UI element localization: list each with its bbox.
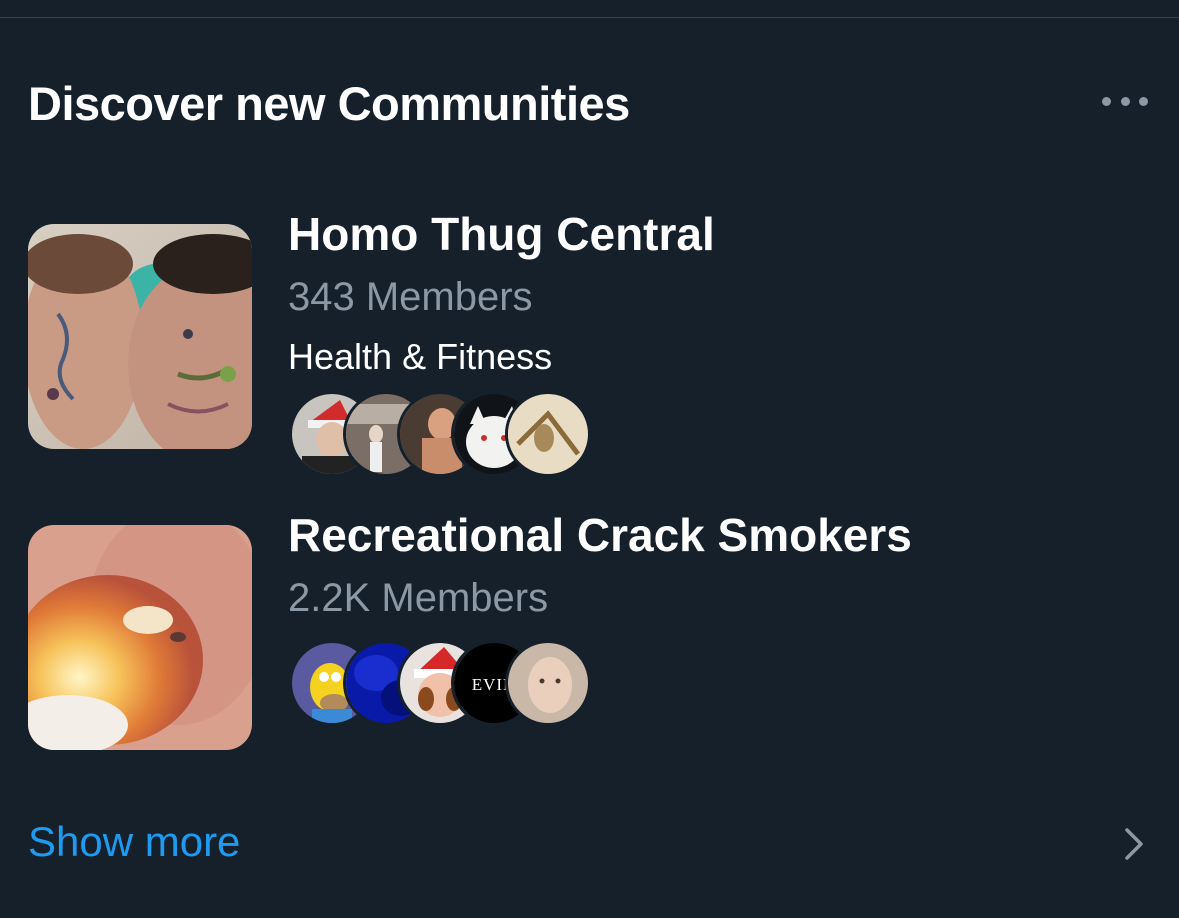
community-image	[28, 224, 252, 449]
ellipsis-icon	[1120, 96, 1130, 106]
ellipsis-icon	[1102, 96, 1111, 106]
show-more-label: Show more	[28, 818, 241, 865]
divider	[0, 17, 1179, 18]
community-topic: Health & Fitness	[288, 336, 553, 377]
more-options-button[interactable]	[1102, 90, 1148, 112]
community-name: Recreational Crack Smokers	[288, 509, 912, 561]
community-info: Homo Thug Central 343 Members Health & F…	[288, 208, 1128, 476]
member-avatar	[508, 394, 588, 474]
section-title: Discover new Communities	[28, 77, 630, 130]
section-header: Discover new Communities	[28, 72, 1148, 142]
communities-panel: Discover new Communities Homo Thug Centr…	[0, 0, 1179, 918]
community-info: Recreational Crack Smokers 2.2K Members	[288, 509, 1128, 725]
member-avatar	[508, 643, 588, 723]
member-avatars: EVIN	[288, 643, 1128, 725]
member-avatars	[288, 394, 1128, 476]
show-more-link[interactable]: Show more	[28, 812, 1148, 876]
chevron-right-icon	[1125, 828, 1143, 860]
member-count: 343 Members	[288, 275, 533, 319]
ellipsis-icon	[1139, 96, 1148, 106]
community-item[interactable]: Homo Thug Central 343 Members Health & F…	[28, 208, 1148, 476]
member-count: 2.2K Members	[288, 576, 549, 620]
community-name: Homo Thug Central	[288, 208, 715, 260]
community-item[interactable]: Recreational Crack Smokers 2.2K Members	[28, 509, 1148, 755]
community-image	[28, 525, 252, 750]
